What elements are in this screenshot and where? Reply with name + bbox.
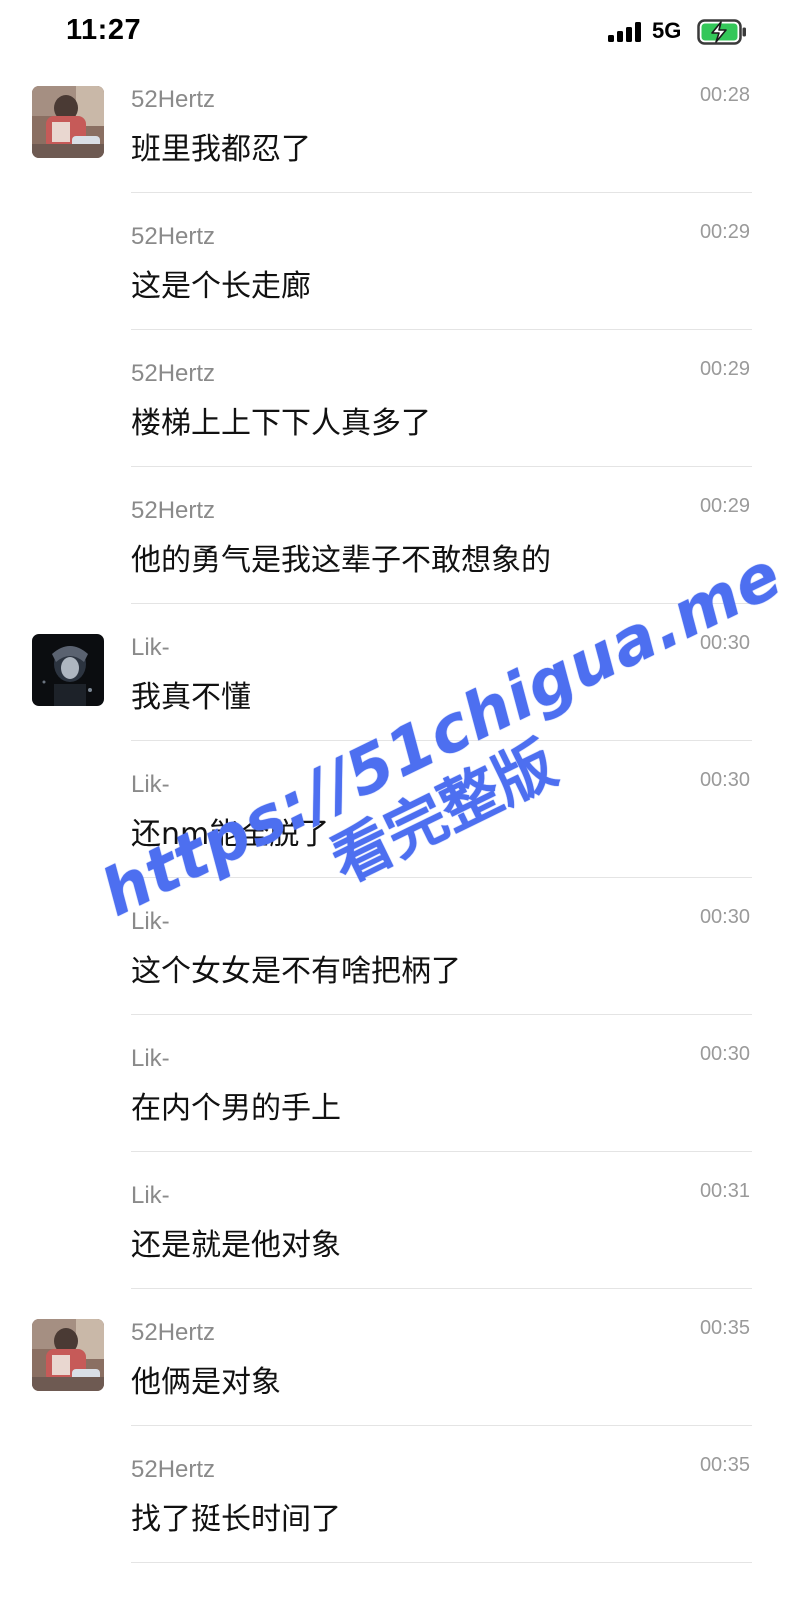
message-timestamp: 00:29 xyxy=(699,221,750,243)
message-item[interactable]: Lik- 00:30 在内个男的手上 xyxy=(0,1015,800,1152)
message-item[interactable]: 52Hertz 00:35 找了挺长时间了 xyxy=(0,1426,800,1563)
message-sender: 52Hertz xyxy=(131,497,216,524)
message-sender: 52Hertz xyxy=(131,1456,216,1483)
message-timestamp: 00:30 xyxy=(699,1043,750,1065)
message-text: 找了挺长时间了 xyxy=(131,1502,341,1537)
message-sender: 52Hertz xyxy=(131,1319,216,1346)
avatar-lik[interactable] xyxy=(32,634,104,706)
message-item[interactable]: Lik- 00:31 还是就是他对象 xyxy=(0,1152,800,1289)
message-item[interactable]: Lik- 00:30 还nm能全脱了 xyxy=(0,741,800,878)
message-text: 班里我都忍了 xyxy=(131,132,311,167)
message-timestamp: 00:29 xyxy=(699,495,750,517)
message-timestamp: 00:30 xyxy=(699,769,750,791)
message-sender: Lik- xyxy=(131,1045,170,1072)
message-text: 这个女女是不有啥把柄了 xyxy=(131,954,461,989)
message-item[interactable]: Lik- 00:30 这个女女是不有啥把柄了 xyxy=(0,878,800,1015)
message-item[interactable]: Lik- 00:30 我真不懂 xyxy=(0,604,800,741)
message-timestamp: 00:35 xyxy=(699,1454,750,1476)
message-text: 还是就是他对象 xyxy=(131,1228,341,1263)
message-timestamp: 00:31 xyxy=(699,1180,750,1202)
message-timestamp: 00:30 xyxy=(699,906,750,928)
message-item[interactable]: 52Hertz 00:29 这是个长走廊 xyxy=(0,193,800,330)
message-sender: Lik- xyxy=(131,634,170,661)
avatar-52hertz[interactable] xyxy=(32,86,104,158)
status-time: 11:27 xyxy=(66,14,142,46)
message-text: 在内个男的手上 xyxy=(131,1091,341,1126)
avatar-52hertz[interactable] xyxy=(32,1319,104,1391)
message-item[interactable]: 52Hertz 00:35 他俩是对象 xyxy=(0,1289,800,1426)
message-timestamp: 00:28 xyxy=(699,84,750,106)
message-text: 他的勇气是我这辈子不敢想象的 xyxy=(131,543,551,578)
message-divider xyxy=(131,1562,752,1563)
message-item[interactable]: 52Hertz 00:28 班里我都忍了 xyxy=(0,56,800,193)
message-timestamp: 00:30 xyxy=(699,632,750,654)
message-sender: Lik- xyxy=(131,908,170,935)
message-sender: Lik- xyxy=(131,771,170,798)
message-item[interactable]: 52Hertz 00:29 他的勇气是我这辈子不敢想象的 xyxy=(0,467,800,604)
message-item[interactable]: 52Hertz 00:29 楼梯上上下下人真多了 xyxy=(0,330,800,467)
message-sender: Lik- xyxy=(131,1182,170,1209)
network-label: 5G xyxy=(652,18,682,43)
chat-list: 52Hertz 00:28 班里我都忍了 52Hertz 00:29 这是个长走廊 52He… xyxy=(0,56,800,1563)
message-text: 他俩是对象 xyxy=(131,1365,281,1400)
battery-charging-icon xyxy=(697,18,749,46)
signal-icon xyxy=(607,22,645,42)
status-bar: 11:27 5G xyxy=(0,0,800,64)
message-sender: 52Hertz xyxy=(131,223,216,250)
message-timestamp: 00:29 xyxy=(699,358,750,380)
message-text: 楼梯上上下下人真多了 xyxy=(131,406,431,441)
message-text: 这是个长走廊 xyxy=(131,269,311,304)
message-sender: 52Hertz xyxy=(131,86,216,113)
message-text: 还nm能全脱了 xyxy=(131,817,330,852)
message-text: 我真不懂 xyxy=(131,680,251,715)
message-sender: 52Hertz xyxy=(131,360,216,387)
message-timestamp: 00:35 xyxy=(699,1317,750,1339)
